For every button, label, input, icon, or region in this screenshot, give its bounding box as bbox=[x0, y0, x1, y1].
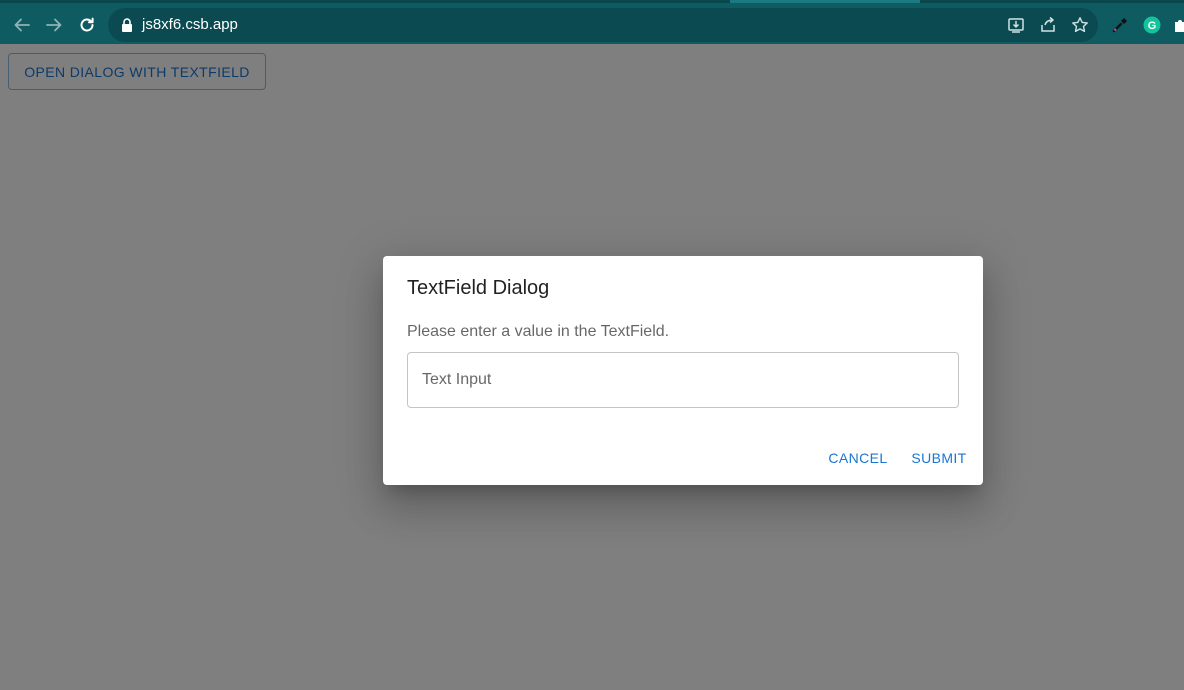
share-icon[interactable] bbox=[1038, 15, 1058, 35]
dialog-title: TextField Dialog bbox=[407, 277, 550, 299]
back-arrow-icon[interactable] bbox=[9, 12, 35, 38]
eyedropper-icon[interactable] bbox=[1109, 14, 1131, 36]
url-text[interactable]: js8xf6.csb.app bbox=[142, 17, 238, 33]
dialog-description: Please enter a value in the TextField. bbox=[407, 323, 670, 340]
lock-icon[interactable] bbox=[120, 17, 134, 33]
puzzle-icon[interactable] bbox=[1170, 14, 1184, 36]
submit-button[interactable]: SUBMIT bbox=[910, 445, 968, 471]
text-input-field[interactable] bbox=[407, 352, 959, 408]
star-icon[interactable] bbox=[1070, 15, 1090, 35]
reload-icon[interactable] bbox=[74, 12, 100, 38]
textfield-dialog: TextField Dialog Please enter a value in… bbox=[383, 256, 983, 485]
svg-text:G: G bbox=[1148, 20, 1157, 32]
cancel-button[interactable]: CANCEL bbox=[826, 445, 890, 471]
forward-arrow-icon[interactable] bbox=[41, 12, 67, 38]
browser-toolbar: js8xf6.csb.app G bbox=[0, 0, 1184, 44]
text-input[interactable] bbox=[408, 353, 958, 407]
address-bar[interactable]: js8xf6.csb.app bbox=[108, 8, 1098, 42]
install-icon[interactable] bbox=[1006, 15, 1026, 35]
active-tab-indicator bbox=[730, 0, 920, 3]
grammarly-icon[interactable]: G bbox=[1141, 14, 1163, 36]
